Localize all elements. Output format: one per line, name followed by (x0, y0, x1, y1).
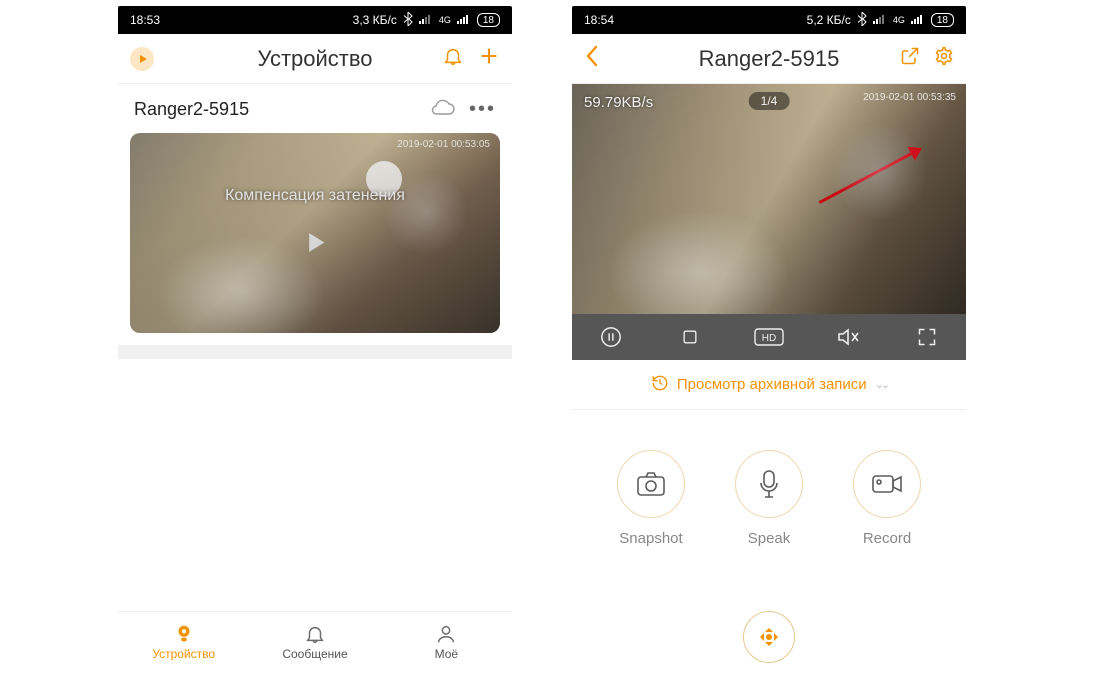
action-row: Snapshot Speak Record (572, 410, 966, 561)
app-header: Устройство (118, 34, 512, 84)
net-label: 4G (439, 15, 451, 25)
ptz-button[interactable] (743, 611, 795, 663)
phone-left: 18:53 3,3 КБ/c 4G 18 (118, 6, 512, 671)
battery-badge: 18 (477, 13, 500, 27)
fullscreen-button[interactable] (907, 327, 947, 347)
status-speed: 5,2 КБ/c (807, 13, 851, 27)
pause-button[interactable] (591, 326, 631, 348)
bell-icon[interactable] (442, 45, 464, 72)
cell-icon (911, 13, 925, 27)
archive-label: Просмотр архивной записи (677, 376, 867, 393)
status-time: 18:54 (584, 13, 614, 27)
chevron-down-icon: ⌄⌄ (875, 378, 887, 391)
app-header: Ranger2-5915 (572, 34, 966, 84)
mute-button[interactable] (828, 327, 868, 347)
hd-button[interactable]: HD (749, 328, 789, 346)
cell-icon (457, 13, 471, 27)
stop-button[interactable] (670, 327, 710, 347)
status-speed: 3,3 КБ/c (353, 13, 397, 27)
gear-icon[interactable] (934, 46, 954, 71)
tab-message[interactable]: Сообщение (249, 612, 380, 671)
page-indicator: 1/4 (749, 92, 790, 110)
archive-link[interactable]: Просмотр архивной записи ⌄⌄ (572, 360, 966, 410)
statusbar: 18:53 3,3 КБ/c 4G 18 (118, 6, 512, 34)
page-title: Ranger2-5915 (644, 46, 894, 72)
bluetooth-icon (857, 12, 867, 29)
tab-me[interactable]: Моё (381, 612, 512, 671)
shade-label: Компенсация затенения (130, 187, 500, 205)
record-icon (853, 450, 921, 518)
device-name: Ranger2-5915 (134, 99, 249, 120)
video-controls: HD (572, 314, 966, 360)
ptz-icon (759, 627, 779, 647)
statusbar: 18:54 5,2 КБ/c 4G 18 (572, 6, 966, 34)
speak-button[interactable]: Speak (735, 450, 803, 547)
battery-badge: 18 (931, 13, 954, 27)
device-row[interactable]: Ranger2-5915 ••• (118, 84, 512, 129)
bitrate-label: 59.79KB/s (584, 94, 653, 111)
bottom-nav: Устройство Сообщение Моё (118, 611, 512, 671)
play-header-icon[interactable] (130, 47, 154, 71)
snapshot-button[interactable]: Snapshot (617, 450, 685, 547)
history-icon (651, 374, 669, 396)
thumb-play-icon[interactable] (301, 229, 329, 262)
tab-device[interactable]: Устройство (118, 612, 249, 671)
cloud-icon[interactable] (429, 98, 455, 121)
device-thumbnail[interactable]: 2019-02-01 00:53:05 Компенсация затенени… (130, 133, 500, 333)
annotation-arrow (810, 138, 930, 220)
bluetooth-icon (403, 12, 413, 29)
camera-icon (617, 450, 685, 518)
phone-right: 18:54 5,2 КБ/c 4G 18 (572, 6, 966, 671)
add-icon[interactable] (478, 45, 500, 72)
record-button[interactable]: Record (853, 450, 921, 547)
live-video[interactable]: 59.79KB/s 1/4 2019-02-01 00:53:35 (572, 84, 966, 314)
status-time: 18:53 (130, 13, 160, 27)
live-timestamp: 2019-02-01 00:53:35 (863, 92, 956, 103)
more-icon[interactable]: ••• (469, 98, 496, 121)
shade-spot (366, 161, 402, 197)
thumb-timestamp: 2019-02-01 00:53:05 (397, 139, 490, 150)
page-title: Устройство (190, 46, 440, 72)
share-icon[interactable] (900, 46, 920, 71)
mic-icon (735, 450, 803, 518)
signal-icon (873, 13, 887, 27)
svg-text:HD: HD (762, 333, 776, 344)
signal-icon (419, 13, 433, 27)
back-icon[interactable] (584, 45, 600, 72)
section-divider (118, 345, 512, 359)
net-label: 4G (893, 15, 905, 25)
